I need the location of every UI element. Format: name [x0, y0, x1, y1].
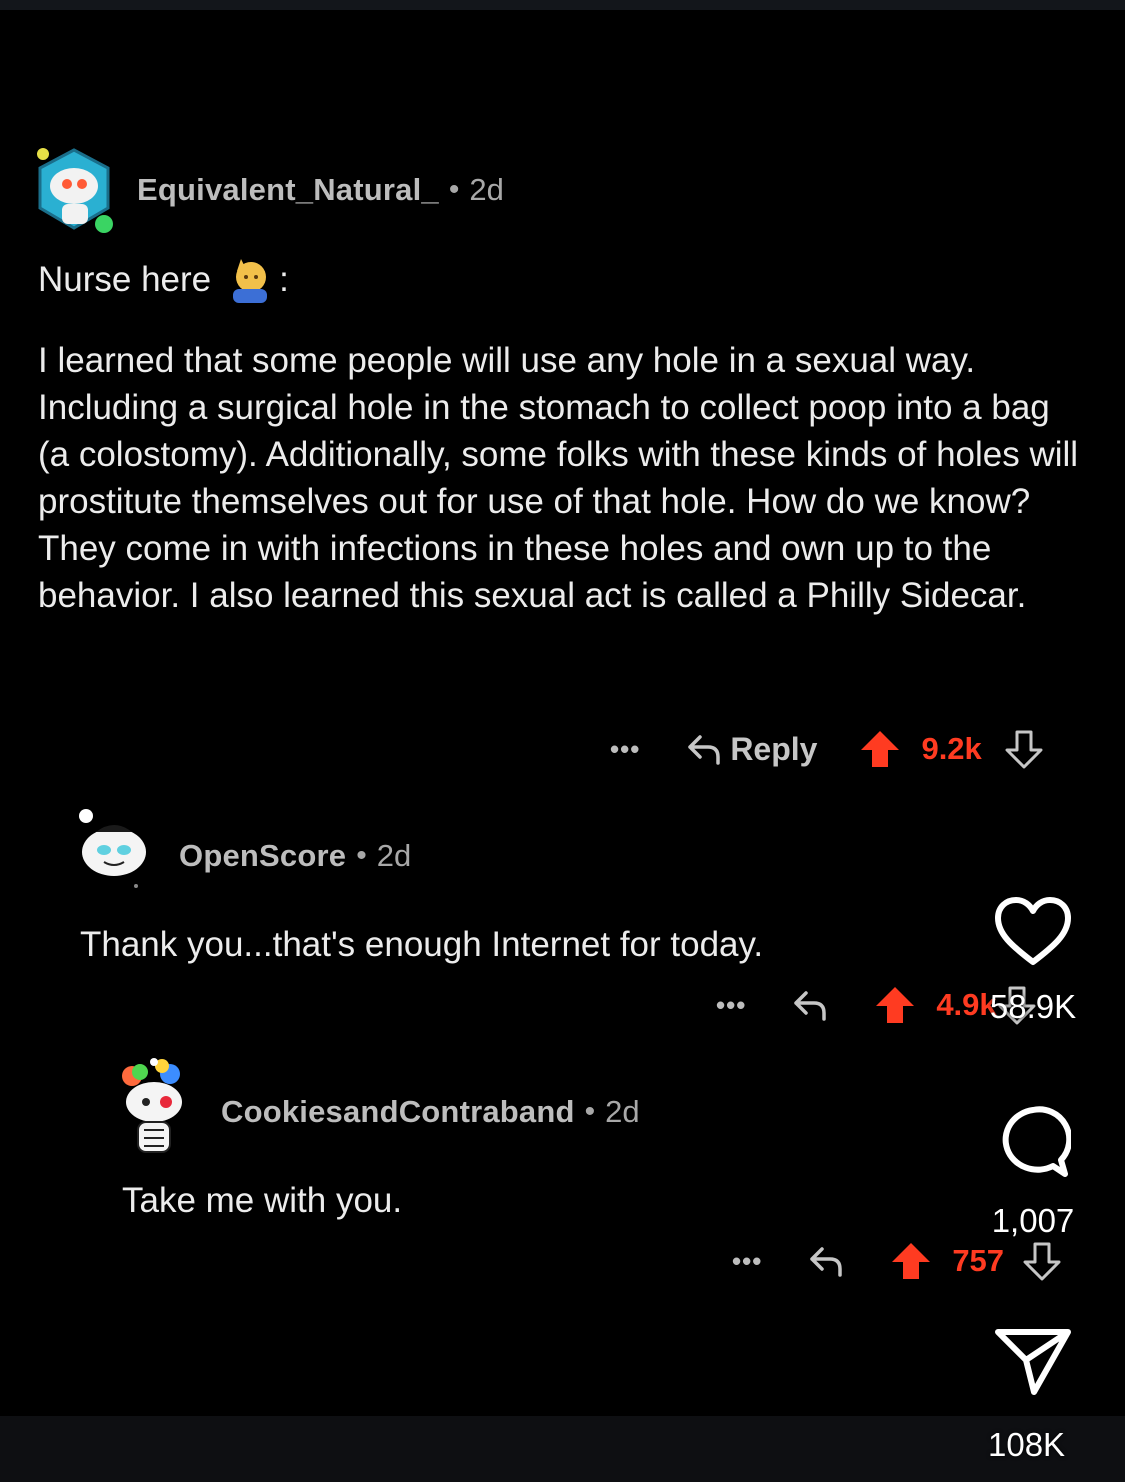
upvote-icon[interactable]	[890, 1240, 932, 1282]
comment-action: 1,007	[963, 1104, 1103, 1240]
like-action: 58.9K	[963, 894, 1103, 1026]
rainbow-avatar-icon	[122, 1058, 182, 1153]
downvote-icon[interactable]	[1022, 1240, 1062, 1282]
more-options-button[interactable]: •••	[732, 1246, 762, 1277]
bottom-bar: 108K	[0, 1416, 1125, 1482]
share-count: 108K	[988, 1426, 1066, 1463]
user-avatar-rainbow[interactable]	[118, 1058, 190, 1158]
comment-actions: ••• 757	[732, 1236, 1062, 1286]
comment-bubble-icon[interactable]	[995, 1104, 1071, 1180]
comment-age: 2d	[605, 1094, 640, 1129]
share-action	[963, 1326, 1103, 1396]
like-count: 58.9K	[989, 988, 1077, 1025]
username[interactable]: CookiesandContraband	[221, 1094, 575, 1130]
heart-icon[interactable]	[992, 894, 1074, 968]
send-icon[interactable]	[994, 1326, 1072, 1396]
comment-header: CookiesandContraband • 2d	[221, 1094, 640, 1130]
vote-score: 757	[952, 1243, 1005, 1278]
reply-arrow-icon[interactable]	[806, 1241, 846, 1281]
separator-dot: •	[584, 1095, 596, 1128]
comment-3: CookiesandContraband • 2d Take me with y…	[0, 0, 1125, 1300]
comment-body: Take me with you.	[122, 1181, 403, 1220]
comment-count: 1,007	[991, 1202, 1075, 1239]
